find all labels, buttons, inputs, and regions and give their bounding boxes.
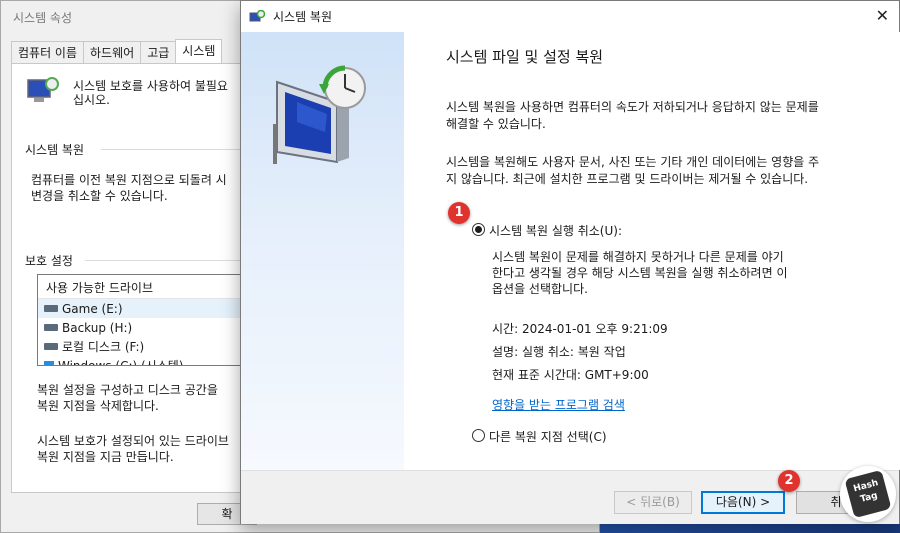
system-restore-illustration (267, 62, 377, 175)
choose-restore-point-radio[interactable] (472, 429, 485, 442)
button-bar: < 뒤로(B) 다음(N) > 취 (241, 470, 899, 524)
step-badge-1: 1 (448, 202, 470, 224)
content-area: 시스템 파일 및 설정 복원 시스템 복원을 사용하면 컴퓨터의 속도가 저하되… (404, 32, 900, 470)
group-divider (101, 149, 241, 150)
restore-text-2: 변경을 취소할 수 있습니다. (31, 189, 168, 203)
title-bar: 시스템 복원 (241, 1, 899, 32)
logo-mark: Hash Tag (844, 469, 892, 519)
undo-desc-3: 옵션을 선택합니다. (492, 282, 588, 296)
drive-icon (44, 343, 58, 350)
back-button[interactable]: < 뒤로(B) (614, 491, 692, 514)
intro-line-2: 해결할 수 있습니다. (446, 117, 546, 131)
tab-advanced[interactable]: 고급 (140, 41, 177, 63)
restore-description: 설명: 실행 취소: 복원 작업 (492, 345, 626, 359)
configure-text-1: 복원 설정을 구성하고 디스크 공간을 (37, 383, 218, 397)
page-heading: 시스템 파일 및 설정 복원 (446, 48, 604, 66)
next-button[interactable]: 다음(N) > (701, 491, 785, 514)
drive-label: 로컬 디스크 (F:) (62, 340, 145, 354)
protect-text-2: 십시오. (73, 93, 110, 107)
create-text-2: 복원 지점을 지금 만듭니다. (37, 450, 174, 464)
choose-restore-point-label[interactable]: 다른 복원 지점 선택(C) (489, 428, 607, 445)
protection-group-title: 보호 설정 (25, 254, 73, 268)
restore-timezone: 현재 표준 시간대: GMT+9:00 (492, 368, 649, 382)
system-restore-dialog: 시스템 복원 ✕ 시스템 파일 및 설정 복원 시스템 복원을 사용하면 컴퓨터… (240, 0, 900, 524)
undo-restore-label[interactable]: 시스템 복원 실행 취소(U): (489, 222, 622, 239)
tab-bar: 컴퓨터 이름 하드웨어 고급 시스템 (11, 39, 223, 63)
info-line-2: 지 않습니다. 최근에 설치한 프로그램 및 드라이버는 제거될 수 있습니다. (446, 172, 809, 186)
hashtag-logo: Hash Tag (840, 466, 896, 522)
tab-computer-name[interactable]: 컴퓨터 이름 (11, 41, 85, 63)
create-text-1: 시스템 보호가 설정되어 있는 드라이브 (37, 434, 229, 448)
undo-desc-1: 시스템 복원이 문제를 해결하지 못하거나 다른 문제를 야기 (492, 250, 784, 264)
intro-line-1: 시스템 복원을 사용하면 컴퓨터의 속도가 저하되거나 응답하지 않는 문제를 (446, 100, 819, 114)
restore-text-1: 컴퓨터를 이전 복원 지점으로 되돌려 시 (31, 173, 227, 187)
drive-icon (44, 324, 58, 331)
drive-icon (44, 305, 58, 312)
system-protection-icon (25, 77, 59, 107)
tab-hardware[interactable]: 하드웨어 (83, 41, 142, 63)
close-icon[interactable]: ✕ (876, 6, 889, 25)
drive-label: Game (E:) (62, 301, 123, 316)
restore-group-title: 시스템 복원 (25, 143, 85, 157)
undo-desc-2: 한다고 생각될 경우 해당 시스템 복원을 실행 취소하려면 이 (492, 266, 788, 280)
info-line-1: 시스템을 복원해도 사용자 문서, 사진 또는 기타 개인 데이터에는 영향을 … (446, 155, 820, 169)
tab-system-protection[interactable]: 시스템 (175, 39, 223, 63)
side-banner (241, 32, 404, 470)
system-restore-icon (249, 9, 266, 24)
step-badge-2: 2 (778, 470, 800, 492)
scan-affected-programs-link[interactable]: 영향을 받는 프로그램 검색 (492, 396, 625, 413)
windows-icon (44, 360, 54, 365)
configure-text-2: 복원 지점을 삭제합니다. (37, 399, 159, 413)
undo-restore-radio[interactable] (472, 223, 485, 236)
drive-label: Windows (C:) (시스템) (58, 359, 184, 366)
group-divider (85, 260, 241, 261)
drive-label: Backup (H:) (62, 320, 133, 335)
restore-time: 시간: 2024-01-01 오후 9:21:09 (492, 322, 668, 336)
dialog-title: 시스템 복원 (273, 10, 333, 24)
